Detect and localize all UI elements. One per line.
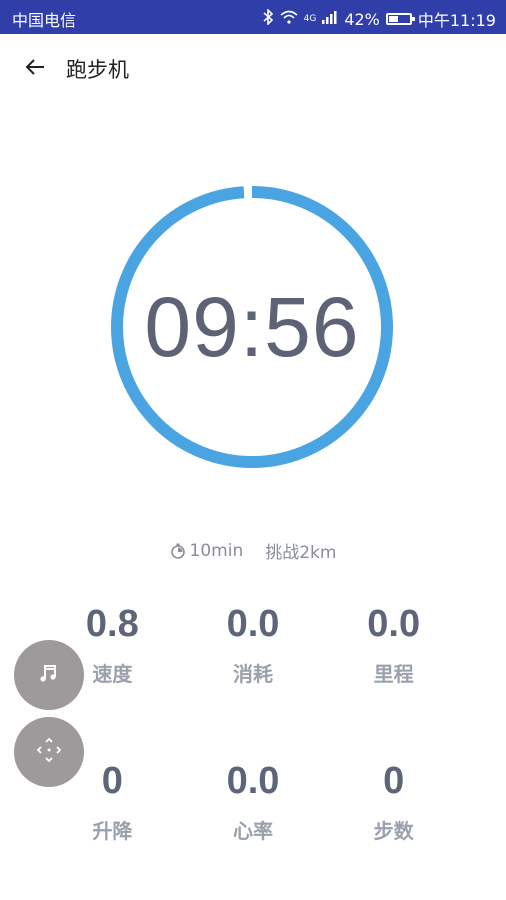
stat-heart-rate: 0.0 心率 xyxy=(183,757,324,844)
timer-display: 09:56 xyxy=(144,279,360,374)
page-title: 跑步机 xyxy=(66,58,129,82)
stat-value: 0.0 xyxy=(226,760,280,802)
workout-info: 10min 挑战2km xyxy=(0,538,506,563)
status-icons: 4G 42% 中午11:19 xyxy=(262,7,496,31)
arrow-left-icon xyxy=(25,58,45,80)
timer-ring: 09:56 xyxy=(110,185,394,469)
music-button[interactable] xyxy=(14,640,84,710)
stat-label: 心率 xyxy=(232,819,273,843)
stats-grid: 0.8 速度 0.0 消耗 0.0 里程 0 升降 0.0 心率 0 步数 xyxy=(42,600,464,844)
music-note-icon xyxy=(38,662,60,688)
stat-label: 步数 xyxy=(373,819,414,843)
stat-value: 0.8 xyxy=(85,603,139,645)
carrier-name: 中国电信 xyxy=(12,11,77,30)
network-type-label: 4G xyxy=(303,13,317,24)
stat-label: 消耗 xyxy=(232,662,273,686)
stat-steps: 0 步数 xyxy=(323,757,464,844)
bluetooth-icon xyxy=(262,7,274,30)
stat-value: 0 xyxy=(383,760,405,802)
challenge-text: 挑战2km xyxy=(265,543,337,563)
stopwatch-icon xyxy=(170,543,186,559)
wifi-icon xyxy=(280,10,298,29)
app-bar: 跑步机 xyxy=(0,34,506,104)
stat-label: 升降 xyxy=(92,819,133,843)
stat-label: 里程 xyxy=(373,662,414,686)
stat-value: 0.0 xyxy=(367,603,421,645)
clock-time: 中午11:19 xyxy=(417,11,496,30)
signal-icon xyxy=(322,10,338,29)
battery-icon xyxy=(385,13,415,25)
stat-distance: 0.0 里程 xyxy=(323,600,464,687)
move-arrows-icon xyxy=(36,737,62,767)
move-button[interactable] xyxy=(14,717,84,787)
back-button[interactable] xyxy=(20,54,50,84)
stat-value: 0.0 xyxy=(226,603,280,645)
battery-percent: 42% xyxy=(344,9,380,29)
stat-calories: 0.0 消耗 xyxy=(183,600,324,687)
duration-text: 10min xyxy=(189,540,244,561)
status-bar: 中国电信 4G 42% 中午11:19 xyxy=(0,0,506,34)
